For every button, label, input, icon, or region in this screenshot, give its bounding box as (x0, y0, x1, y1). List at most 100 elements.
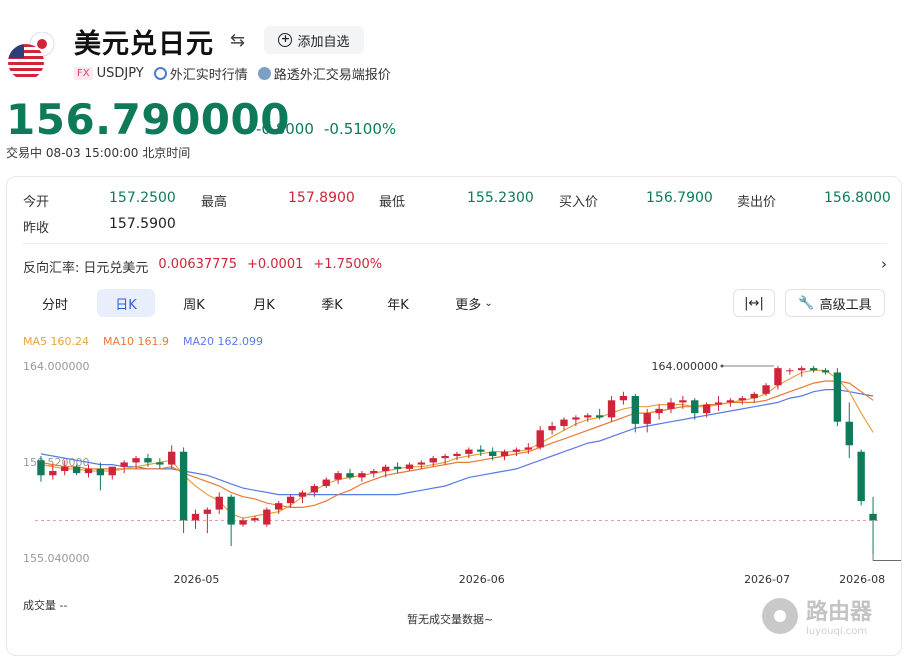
candle-body (275, 503, 283, 510)
no-volume-text: 暂无成交量数据~ (407, 613, 494, 626)
x-tick-label: 2026-07 (744, 573, 790, 586)
candle-body (786, 370, 794, 372)
volume-label: 成交量 -- (23, 599, 68, 612)
candle-body (572, 417, 580, 420)
candle-body (49, 471, 57, 476)
candle-body (108, 466, 116, 476)
candle-body (465, 449, 473, 454)
watermark-sub: luyouqi.com (806, 626, 868, 637)
watermark-text: 路由器 (806, 600, 873, 625)
x-tick-label: 2026-08 (839, 573, 885, 586)
plus-icon: + (278, 33, 293, 47)
swap-icon[interactable]: ⇆ (230, 30, 245, 51)
candle-body (203, 509, 212, 514)
candle-body (845, 421, 853, 446)
watermark: 路由器 luyouqi.com (760, 594, 872, 637)
candle-body (179, 451, 188, 521)
candle-body (156, 462, 164, 465)
candle-body (72, 466, 81, 474)
candle-body (821, 370, 830, 373)
candle-body (263, 509, 271, 525)
candle-body (144, 458, 152, 463)
candle-body (631, 396, 639, 424)
candle-body (750, 393, 758, 399)
candle-body (762, 385, 770, 394)
candle-body (655, 408, 663, 414)
realtime-link[interactable]: 外汇实时行情 (170, 64, 248, 83)
candle-body (691, 400, 699, 414)
candle-body (310, 486, 319, 493)
candle-body (714, 402, 723, 405)
candlestick-chart[interactable]: 164.000000159.520000155.040000164.000000… (7, 177, 901, 597)
candle-body (809, 368, 818, 371)
current-price: 156.790000 (6, 95, 290, 144)
candle-body (239, 520, 247, 525)
price-change: -0.8000 (256, 120, 314, 138)
add-watchlist-button[interactable]: + 添加自选 (264, 26, 364, 54)
ma5-line (40, 369, 874, 519)
candle-body (286, 496, 295, 504)
x-tick-label: 2026-05 (173, 573, 219, 586)
y-tick-label: 155.040000 (23, 552, 89, 565)
candle-body (857, 451, 865, 501)
candle-body (560, 419, 568, 426)
candle-body (429, 458, 437, 463)
candle-body (738, 398, 746, 401)
candle-body (96, 468, 105, 476)
candle-body (536, 430, 544, 448)
clock-icon (153, 67, 167, 80)
candle-body (251, 518, 259, 521)
candle-body (619, 396, 628, 401)
candle-body (346, 473, 354, 478)
candle-body (595, 415, 604, 418)
candle-body (833, 372, 842, 422)
candle-body (405, 464, 414, 469)
max-annotation-label: 164.000000 (651, 360, 717, 373)
candle-body (298, 492, 307, 497)
candle-body (168, 451, 176, 465)
candle-body (370, 471, 378, 474)
globe-icon (257, 67, 271, 80)
candle-body (227, 496, 235, 525)
candle-body (512, 449, 521, 452)
candle-body (441, 456, 449, 459)
candle-body (215, 496, 223, 510)
candle-body (393, 466, 402, 469)
candle-body (702, 404, 711, 414)
fx-badge: FX (74, 67, 93, 80)
meta-row: FX USDJPY 外汇实时行情 路透外汇交易端报价 (74, 64, 391, 83)
candle-body (524, 447, 533, 450)
candle-body (477, 449, 485, 452)
candle-body (61, 466, 69, 471)
ma20-line (40, 389, 874, 496)
candle-body (774, 368, 782, 386)
candle-body (726, 400, 735, 403)
candle-body (37, 460, 45, 476)
candle-body (667, 402, 675, 409)
candle-body (798, 368, 806, 371)
trading-status: 交易中 08-03 15:00:00 北京时间 (6, 146, 191, 160)
candle-body (679, 400, 687, 403)
candle-body (548, 426, 556, 431)
candle-body (191, 513, 200, 521)
candle-body (643, 413, 651, 424)
usd-jpy-flag-icon (8, 32, 55, 80)
candle-body (607, 400, 616, 418)
page-title: 美元兑日元 (74, 29, 214, 60)
candle-body (869, 513, 877, 521)
reuters-link[interactable]: 路透外汇交易端报价 (274, 64, 391, 83)
price-change-pct: -0.5100% (324, 120, 397, 138)
add-watchlist-label: 添加自选 (297, 34, 350, 50)
router-logo-icon (762, 597, 798, 634)
y-tick-label: 164.000000 (23, 360, 89, 373)
max-annotation-dot (720, 364, 724, 368)
candle-body (417, 462, 426, 465)
candle-body (322, 479, 330, 486)
candle-body (584, 415, 592, 418)
candle-body (453, 453, 461, 456)
ma10-line (40, 380, 874, 508)
candle-body (120, 462, 128, 467)
symbol-label: USDJPY (96, 66, 144, 81)
quote-card: 今开 157.2500 最高 157.8900 最低 155.2300 买入价 … (6, 176, 902, 656)
candle-body (500, 451, 509, 456)
